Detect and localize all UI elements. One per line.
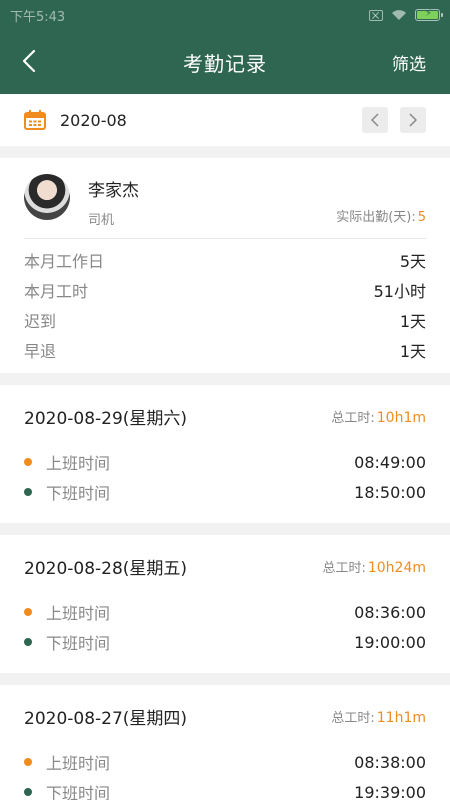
app-header: 下午5:43 ⚡ 考勤记录 筛选 — [0, 0, 450, 94]
clock-out-time: 19:39:00 — [354, 782, 426, 800]
sim-icon — [369, 9, 383, 21]
month-value[interactable]: 2020-08 — [60, 111, 127, 130]
stat-row: 本月工作日 5天 — [24, 245, 426, 275]
battery-icon: ⚡ — [415, 8, 443, 21]
clock-in-row: 上班时间 08:49:00 — [24, 447, 426, 477]
clock-in-time: 08:36:00 — [354, 602, 426, 622]
prev-month-button[interactable] — [362, 107, 388, 133]
day-total-hours: 总工时: 10h1m — [331, 407, 426, 426]
total-hours-value: 10h24m — [367, 559, 426, 576]
stat-label: 本月工作日 — [24, 252, 105, 271]
total-hours-label: 总工时: — [322, 560, 366, 576]
clock-in-time: 08:38:00 — [354, 752, 426, 772]
status-icons: ⚡ — [369, 8, 443, 21]
avatar — [24, 174, 70, 220]
next-month-button[interactable] — [400, 107, 426, 133]
stat-value: 5天 — [399, 252, 426, 271]
back-arrow-icon — [22, 49, 36, 73]
clock-out-label: 下班时间 — [46, 634, 111, 653]
day-record-card[interactable]: 2020-08-29(星期六) 总工时: 10h1m 上班时间 08:49:00 … — [0, 385, 450, 523]
page-title: 考勤记录 — [183, 51, 267, 76]
day-date: 2020-08-28(星期五) — [24, 558, 188, 579]
clock-in-label: 上班时间 — [46, 454, 111, 473]
chevron-left-icon — [371, 113, 379, 127]
status-bar: 下午5:43 ⚡ — [0, 0, 450, 30]
clock-in-dot-icon — [24, 758, 32, 766]
clock-in-dot-icon — [24, 458, 32, 466]
day-date: 2020-08-27(星期四) — [24, 708, 188, 729]
profile-header: 李家杰 司机 实际出勤(天): 5 — [24, 174, 426, 238]
clock-out-dot-icon — [24, 788, 32, 796]
employee-name: 李家杰 — [88, 181, 139, 201]
stat-label: 本月工时 — [24, 282, 89, 301]
stat-row: 迟到 1天 — [24, 305, 426, 335]
wifi-icon — [392, 10, 406, 20]
total-hours-label: 总工时: — [331, 710, 375, 726]
day-header: 2020-08-28(星期五) 总工时: 10h24m — [24, 535, 426, 597]
clock-out-row: 下班时间 19:00:00 — [24, 627, 426, 657]
filter-button[interactable]: 筛选 — [392, 50, 426, 75]
day-total-hours: 总工时: 10h24m — [322, 557, 426, 576]
clock-out-dot-icon — [24, 638, 32, 646]
nav-bar: 考勤记录 筛选 — [0, 30, 450, 94]
actual-attendance: 实际出勤(天): 5 — [336, 206, 426, 225]
day-header: 2020-08-27(星期四) 总工时: 11h1m — [24, 685, 426, 747]
clock-in-row: 上班时间 08:36:00 — [24, 597, 426, 627]
clock-out-row: 下班时间 19:39:00 — [24, 777, 426, 800]
actual-attendance-label: 实际出勤(天): — [336, 210, 416, 225]
clock-out-time: 18:50:00 — [354, 482, 426, 502]
clock-in-label: 上班时间 — [46, 754, 111, 773]
clock-out-time: 19:00:00 — [354, 632, 426, 652]
day-record-card[interactable]: 2020-08-27(星期四) 总工时: 11h1m 上班时间 08:38:00 … — [0, 685, 450, 800]
day-header: 2020-08-29(星期六) 总工时: 10h1m — [24, 385, 426, 447]
clock-in-dot-icon — [24, 608, 32, 616]
day-total-hours: 总工时: 11h1m — [331, 707, 426, 726]
monthly-stats: 本月工作日 5天 本月工时 51小时 迟到 1天 早退 1天 — [24, 239, 426, 365]
employee-role: 司机 — [88, 213, 115, 228]
clock-out-label: 下班时间 — [46, 484, 111, 503]
clock-in-label: 上班时间 — [46, 604, 111, 623]
clock-in-row: 上班时间 08:38:00 — [24, 747, 426, 777]
back-button[interactable] — [14, 44, 44, 78]
day-record-card[interactable]: 2020-08-28(星期五) 总工时: 10h24m 上班时间 08:36:00… — [0, 535, 450, 673]
stat-row: 早退 1天 — [24, 335, 426, 365]
clock-out-dot-icon — [24, 488, 32, 496]
total-hours-value: 10h1m — [376, 409, 426, 426]
status-time: 下午5:43 — [10, 9, 66, 25]
total-hours-label: 总工时: — [331, 410, 375, 426]
calendar-icon[interactable] — [24, 110, 46, 130]
day-date: 2020-08-29(星期六) — [24, 408, 188, 429]
actual-attendance-value: 5 — [417, 210, 426, 225]
month-selector: 2020-08 — [0, 94, 450, 146]
clock-in-time: 08:49:00 — [354, 452, 426, 472]
stat-value: 1天 — [399, 312, 426, 331]
stat-row: 本月工时 51小时 — [24, 275, 426, 305]
total-hours-value: 11h1m — [376, 709, 426, 726]
profile-card: 李家杰 司机 实际出勤(天): 5 本月工作日 5天 本月工时 51小时 迟到 1… — [0, 158, 450, 373]
chevron-right-icon — [409, 113, 417, 127]
clock-out-label: 下班时间 — [46, 784, 111, 800]
month-nav — [362, 107, 426, 133]
stat-label: 早退 — [24, 342, 57, 361]
stat-value: 1天 — [399, 342, 426, 361]
stat-label: 迟到 — [24, 312, 57, 331]
stat-value: 51小时 — [373, 282, 426, 301]
clock-out-row: 下班时间 18:50:00 — [24, 477, 426, 507]
